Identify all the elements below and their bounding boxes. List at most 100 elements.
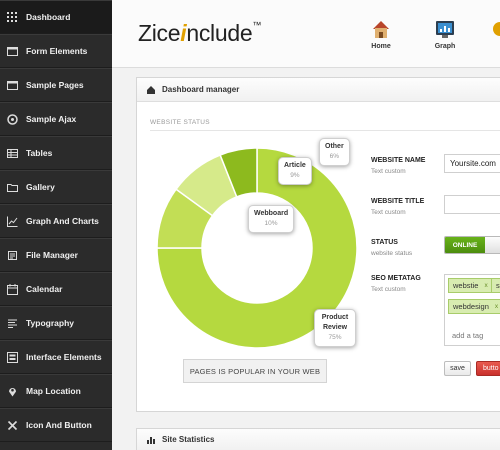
sidebar-item-tables[interactable]: Tables [0, 136, 112, 170]
nav-money[interactable]: $ [492, 18, 500, 50]
sidebar-item-label: Form Elements [26, 46, 88, 56]
status-label: STATUS [371, 239, 398, 246]
website-title-sub: Text custom [371, 209, 406, 216]
sidebar-item-form-elements[interactable]: Form Elements [0, 34, 112, 68]
sidebar-item-label: Dashboard [26, 12, 71, 22]
callout-article: Article 9% [278, 157, 312, 185]
sidebar-item-label: Typography [26, 318, 75, 328]
website-name-sub: Text custom [371, 168, 406, 175]
grid-icon [6, 11, 18, 23]
slice-pct-other: 6% [329, 153, 340, 160]
sidebar-item-gallery[interactable]: Gallery [0, 170, 112, 204]
tag-item[interactable]: webdesign x [448, 299, 500, 314]
callout-product-review: Product Review 75% [314, 309, 356, 347]
red-button[interactable]: butto [476, 361, 500, 376]
sidebar-item-map-location[interactable]: Map Location [0, 374, 112, 408]
sidebar-item-interface-elements[interactable]: Interface Elements [0, 340, 112, 374]
folder-icon [6, 181, 18, 193]
window-icon [6, 45, 18, 57]
sidebar-item-typography[interactable]: Typography [0, 306, 112, 340]
sidebar-item-label: Icon And Button [26, 420, 92, 430]
status-toggle-knob [485, 237, 500, 253]
sidebar-item-label: File Manager [26, 250, 78, 260]
seo-metatag-sub: Text custom [371, 286, 406, 293]
status-toggle-label: ONLINE [445, 237, 485, 253]
website-title-input[interactable] [444, 195, 500, 214]
panel-header: Dashboard manager [137, 78, 500, 102]
sidebar-item-label: Sample Pages [26, 80, 84, 90]
sidebar-item-calendar[interactable]: Calendar [0, 272, 112, 306]
map-pin-icon [6, 385, 18, 397]
panel-title: Dashboard manager [162, 85, 240, 94]
panel-title: Site Statistics [162, 435, 215, 444]
typography-icon [6, 317, 18, 329]
slice-label-article: Article [284, 162, 306, 169]
home-icon [373, 21, 389, 38]
sidebar-item-label: Graph And Charts [26, 216, 99, 226]
nav-graph-label: Graph [434, 43, 456, 50]
logo-trademark: ™ [252, 20, 262, 31]
tag-item[interactable]: webstie x [448, 278, 493, 293]
logo-text-part1: Zice [138, 20, 181, 46]
add-tag-placeholder[interactable]: add a tag [452, 331, 483, 340]
website-name-label: WEBSITE NAME [371, 157, 426, 164]
sidebar: Dashboard Form Elements Sample Pages Sam… [0, 0, 112, 450]
money-icon [493, 22, 500, 36]
graph-icon [436, 21, 454, 38]
logo[interactable]: Ziceinclude™ [138, 20, 261, 47]
tag-text: site [496, 281, 500, 290]
tag-item[interactable]: sitex [491, 278, 500, 293]
sidebar-item-sample-pages[interactable]: Sample Pages [0, 68, 112, 102]
file-manager-icon [6, 249, 18, 261]
popular-pages-button[interactable]: PAGES IS POPULAR IN YOUR WEB [183, 359, 327, 383]
slice-label-other: Other [325, 143, 344, 150]
sidebar-item-sample-ajax[interactable]: Sample Ajax [0, 102, 112, 136]
callout-webboard: Webboard 10% [248, 205, 295, 233]
nav-home-label: Home [371, 43, 391, 50]
slice-pct-webboard: 10% [264, 220, 278, 227]
sidebar-item-dashboard[interactable]: Dashboard [0, 0, 112, 34]
slice-label-product-review: Product Review [321, 314, 349, 331]
nav-home[interactable]: Home [370, 18, 392, 50]
section-label: WEBSITE STATUS [150, 119, 210, 126]
status-toggle[interactable]: ONLINE [444, 236, 500, 254]
calendar-icon [6, 283, 18, 295]
statistics-icon [147, 436, 155, 444]
sidebar-item-label: Interface Elements [26, 352, 102, 362]
slice-pct-product-review: 75% [328, 334, 342, 341]
tag-text: webstie [453, 281, 479, 290]
logo-text-part2: nclude [186, 20, 253, 46]
seo-metatag-label: SEO METATAG [371, 275, 421, 282]
site-statistics-panel: Site Statistics [136, 428, 500, 450]
divider [150, 130, 500, 131]
tools-icon [6, 419, 18, 431]
ajax-icon [6, 113, 18, 125]
tag-text: webdesign [453, 302, 489, 311]
website-title-label: WEBSITE TITLE [371, 198, 425, 205]
main-content: Ziceinclude™ Home Graph $ Dashboard mana… [112, 0, 500, 450]
slice-pct-article: 9% [290, 172, 300, 179]
website-name-input[interactable]: Yoursite.com [444, 154, 500, 173]
home-icon [147, 85, 155, 94]
panel-header: Site Statistics [137, 429, 500, 450]
sidebar-item-graph-and-charts[interactable]: Graph And Charts [0, 204, 112, 238]
sidebar-item-file-manager[interactable]: File Manager [0, 238, 112, 272]
sidebar-item-icon-and-button[interactable]: Icon And Button [0, 408, 112, 442]
table-icon [6, 147, 18, 159]
seo-tag-input[interactable]: webstie x sitex webdesign x add a tag [444, 274, 500, 346]
tag-remove-icon[interactable]: x [484, 282, 487, 289]
sidebar-item-label: Map Location [26, 386, 81, 396]
sidebar-item-label: Sample Ajax [26, 114, 77, 124]
sidebar-item-label: Gallery [26, 182, 55, 192]
status-sub: website status [371, 250, 413, 257]
nav-graph[interactable]: Graph [434, 18, 456, 50]
sidebar-item-label: Tables [26, 148, 53, 158]
window-icon [6, 79, 18, 91]
dashboard-panel: Dashboard manager WEBSITE STATUS Other 6… [136, 77, 500, 412]
sidebar-item-label: Calendar [26, 284, 63, 294]
interface-icon [6, 351, 18, 363]
tag-remove-icon[interactable]: x [495, 303, 498, 310]
slice-label-webboard: Webboard [254, 210, 289, 217]
callout-other: Other 6% [319, 138, 350, 166]
save-button[interactable]: save [444, 361, 471, 376]
